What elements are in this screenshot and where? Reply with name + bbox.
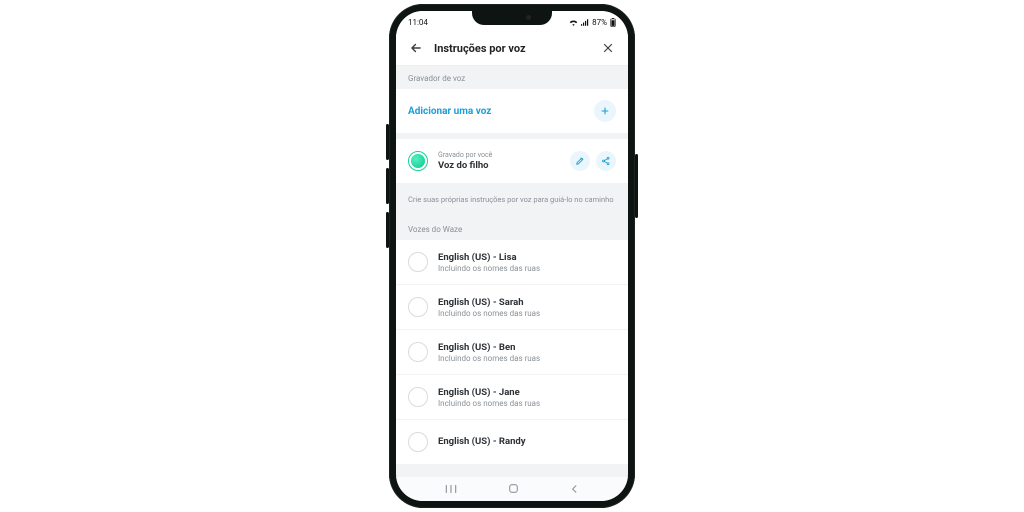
waze-voices-list: English (US) - Lisa Incluindo os nomes d… bbox=[396, 240, 628, 464]
voice-name: English (US) - Lisa bbox=[438, 252, 616, 263]
nav-recents-button[interactable] bbox=[444, 480, 458, 499]
list-item[interactable]: English (US) - Sarah Incluindo os nomes … bbox=[396, 284, 628, 329]
custom-voice-overline: Gravado por você bbox=[438, 151, 560, 159]
add-voice-row[interactable]: Adicionar uma voz bbox=[396, 89, 628, 133]
app-header: Instruções por voz bbox=[396, 31, 628, 66]
voice-sub: Incluindo os nomes das ruas bbox=[438, 354, 616, 363]
share-voice-button[interactable] bbox=[596, 151, 616, 171]
battery-icon bbox=[610, 18, 616, 27]
recorder-hint: Crie suas próprias instruções por voz pa… bbox=[396, 189, 628, 217]
arrow-left-icon bbox=[409, 41, 423, 55]
chevron-left-icon bbox=[569, 483, 580, 495]
content-scroll[interactable]: Gravador de voz Adicionar uma voz Gravad… bbox=[396, 66, 628, 477]
nav-back-button[interactable] bbox=[569, 480, 580, 499]
recents-icon bbox=[444, 483, 458, 495]
recorder-card: Adicionar uma voz bbox=[396, 89, 628, 133]
list-item[interactable]: English (US) - Ben Incluindo os nomes da… bbox=[396, 329, 628, 374]
voice-sub: Incluindo os nomes das ruas bbox=[438, 264, 616, 273]
radio-selected-icon[interactable] bbox=[408, 151, 428, 171]
custom-voice-row[interactable]: Gravado por você Voz do filho bbox=[396, 139, 628, 183]
back-button[interactable] bbox=[406, 38, 426, 58]
battery-percent: 87% bbox=[592, 18, 607, 27]
phone-notch bbox=[472, 11, 552, 25]
section-label-waze: Vozes do Waze bbox=[396, 217, 628, 240]
custom-voice-name: Voz do filho bbox=[438, 160, 560, 171]
list-item[interactable]: English (US) - Randy bbox=[396, 419, 628, 464]
voice-name: English (US) - Randy bbox=[438, 436, 616, 447]
close-icon bbox=[602, 42, 614, 54]
add-voice-button[interactable] bbox=[594, 100, 616, 122]
radio-icon[interactable] bbox=[408, 432, 428, 452]
page-title: Instruções por voz bbox=[434, 42, 590, 55]
radio-icon[interactable] bbox=[408, 297, 428, 317]
close-button[interactable] bbox=[598, 38, 618, 58]
custom-voice-card: Gravado por você Voz do filho bbox=[396, 139, 628, 183]
add-voice-label: Adicionar uma voz bbox=[408, 106, 491, 117]
list-item[interactable]: English (US) - Lisa Incluindo os nomes d… bbox=[396, 240, 628, 284]
radio-icon[interactable] bbox=[408, 342, 428, 362]
voice-sub: Incluindo os nomes das ruas bbox=[438, 399, 616, 408]
radio-icon[interactable] bbox=[408, 252, 428, 272]
voice-sub: Incluindo os nomes das ruas bbox=[438, 309, 616, 318]
phone-screen: 11:04 87% Instruções por voz bbox=[396, 11, 628, 501]
canvas: 11:04 87% Instruções por voz bbox=[0, 0, 1024, 512]
status-time: 11:04 bbox=[408, 18, 428, 27]
radio-icon[interactable] bbox=[408, 387, 428, 407]
share-icon bbox=[601, 156, 611, 166]
list-item[interactable]: English (US) - Jane Incluindo os nomes d… bbox=[396, 374, 628, 419]
edit-voice-button[interactable] bbox=[570, 151, 590, 171]
nav-home-button[interactable] bbox=[507, 480, 520, 499]
plus-icon bbox=[600, 106, 610, 116]
android-nav-bar bbox=[396, 477, 628, 501]
signal-icon bbox=[581, 19, 589, 26]
phone-frame: 11:04 87% Instruções por voz bbox=[389, 4, 635, 508]
home-icon bbox=[507, 482, 520, 495]
pencil-icon bbox=[575, 156, 585, 166]
voice-name: English (US) - Jane bbox=[438, 387, 616, 398]
status-right: 87% bbox=[569, 18, 616, 27]
voice-name: English (US) - Sarah bbox=[438, 297, 616, 308]
wifi-icon bbox=[569, 19, 578, 26]
section-label-recorder: Gravador de voz bbox=[396, 66, 628, 89]
voice-name: English (US) - Ben bbox=[438, 342, 616, 353]
